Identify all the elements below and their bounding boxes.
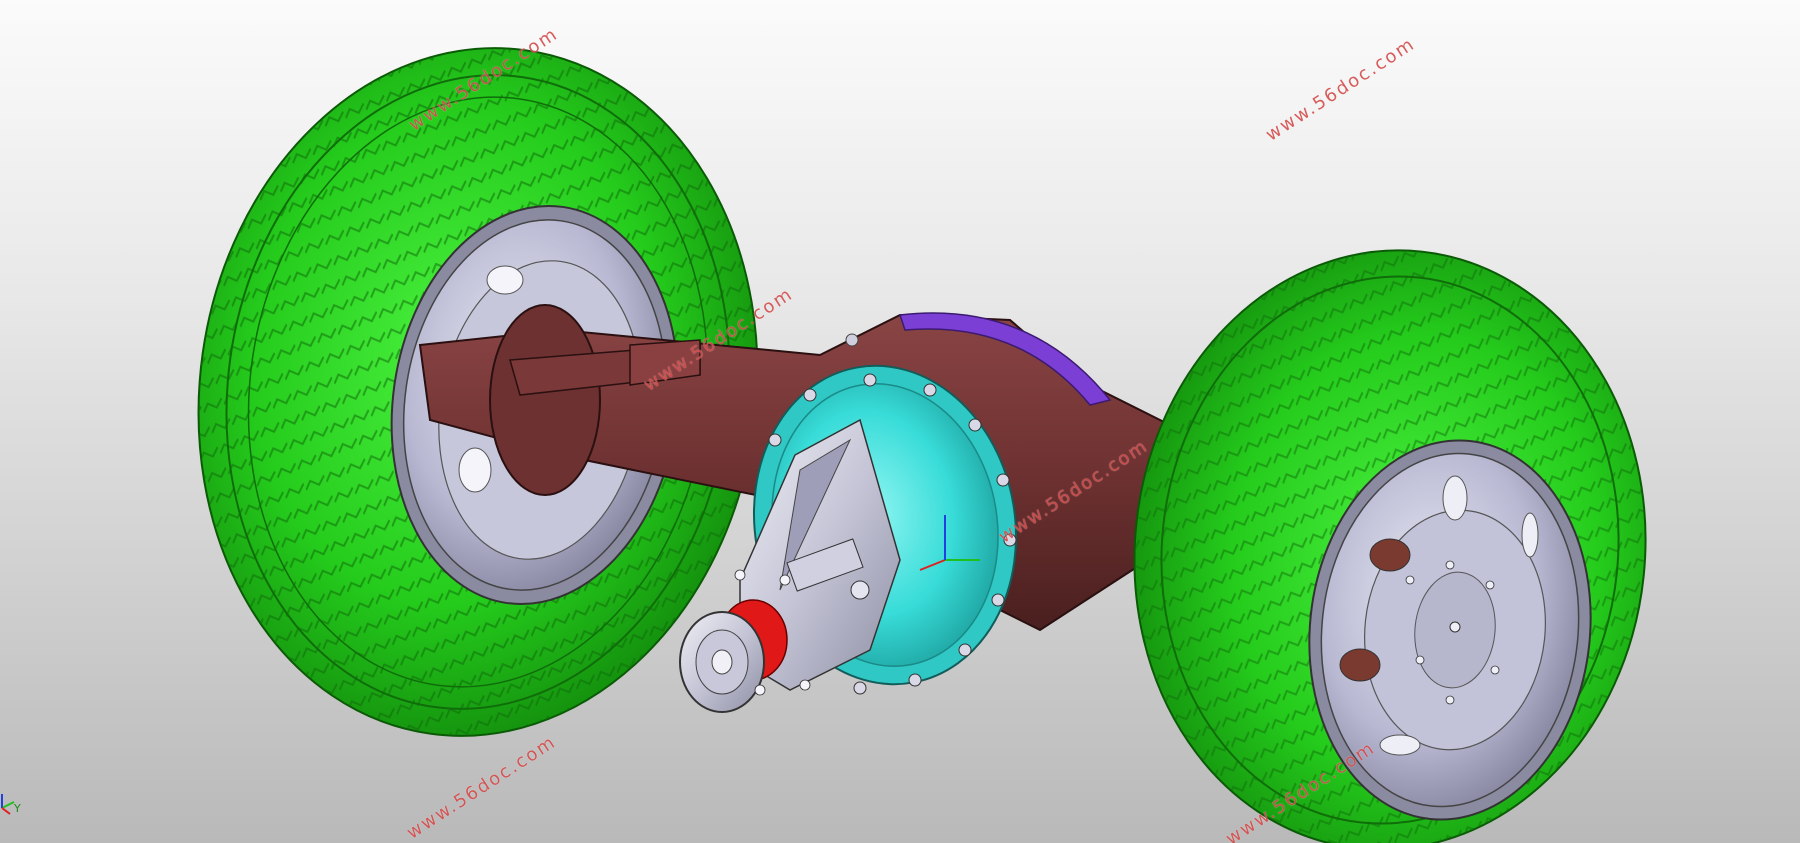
triad-axis-label: Y <box>13 802 21 815</box>
cad-viewport[interactable]: www.56doc.com www.56doc.com www.56doc.co… <box>0 0 1800 843</box>
right-wheel[interactable] <box>1105 225 1675 843</box>
axle-assembly-model[interactable] <box>0 0 1800 843</box>
view-triad-icon[interactable]: Y <box>0 790 40 843</box>
